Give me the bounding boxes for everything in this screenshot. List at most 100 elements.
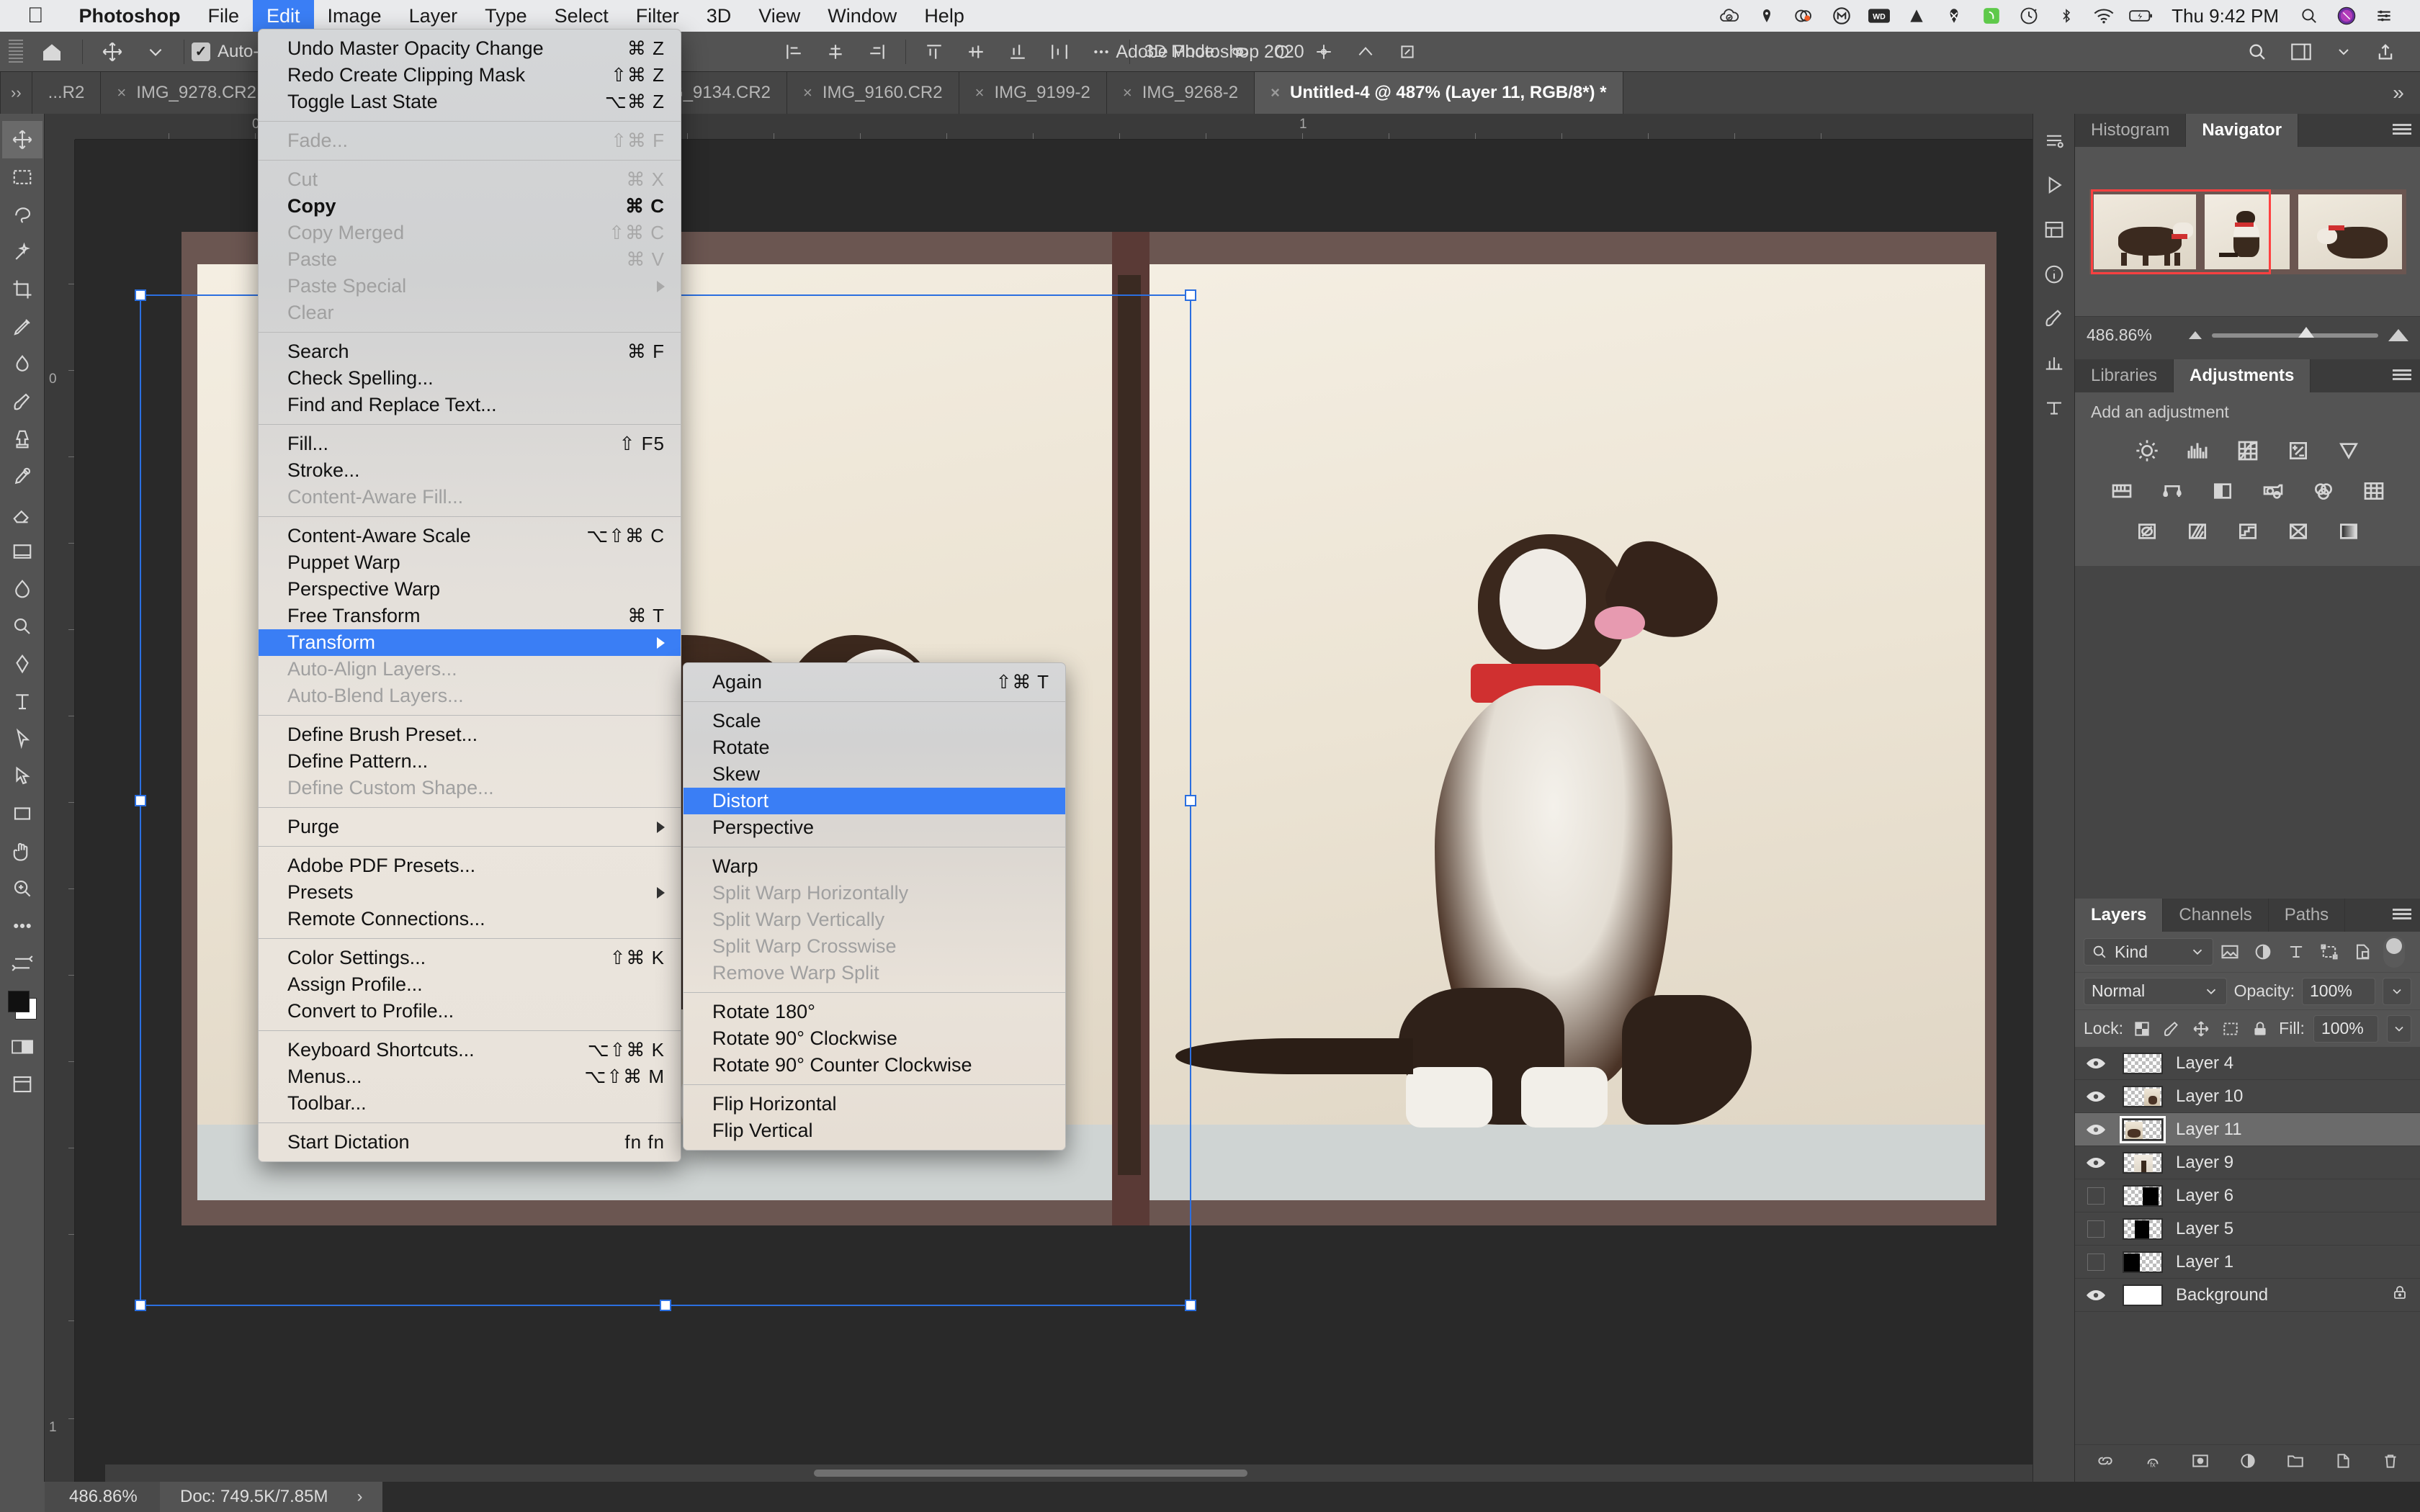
menu-item-convert-to-profile[interactable]: Convert to Profile... — [259, 998, 681, 1025]
tab-libraries[interactable]: Libraries — [2075, 359, 2174, 392]
menu-item-perspective-warp[interactable]: Perspective Warp — [259, 576, 681, 603]
layer-name[interactable]: Layer 10 — [2169, 1086, 2243, 1107]
table-row[interactable]: Layer 4 — [2075, 1047, 2420, 1080]
submenu-item-skew[interactable]: Skew — [684, 761, 1065, 788]
swatches-icon[interactable] — [2038, 347, 2071, 380]
menu-file[interactable]: File — [194, 0, 253, 32]
align-left-icon[interactable] — [773, 32, 815, 72]
hue-saturation-icon[interactable] — [2106, 477, 2138, 505]
onedrive-icon[interactable] — [1785, 0, 1823, 32]
gradient-map-icon[interactable] — [2333, 517, 2365, 546]
menu-item-assign-profile[interactable]: Assign Profile... — [259, 971, 681, 998]
menu-item-undo[interactable]: Undo Master Opacity Change ⌘ Z — [259, 35, 681, 62]
quick-mask[interactable] — [2, 1028, 42, 1066]
layer-style-icon[interactable]: fx — [2143, 1452, 2162, 1475]
roll-3d-icon[interactable] — [1261, 32, 1303, 72]
menu-view[interactable]: View — [745, 0, 814, 32]
tab-channels[interactable]: Channels — [2163, 899, 2269, 932]
drag-3d-icon[interactable] — [1303, 32, 1345, 72]
layer-name[interactable]: Layer 9 — [2169, 1153, 2233, 1173]
zoom-in-icon[interactable] — [2388, 329, 2408, 341]
align-top-icon[interactable] — [913, 32, 955, 72]
brightness-contrast-icon[interactable] — [2131, 436, 2163, 465]
siri-icon[interactable] — [2328, 0, 2365, 32]
menu-item-remote-connections[interactable]: Remote Connections... — [259, 906, 681, 932]
menu-window[interactable]: Window — [814, 0, 910, 32]
levels-icon[interactable] — [2182, 436, 2213, 465]
panel-menu-icon[interactable] — [2384, 114, 2420, 147]
layer-thumbnail[interactable] — [2117, 1151, 2169, 1174]
menu-photoshop[interactable]: Photoshop — [66, 0, 194, 32]
menu-item-define-pattern[interactable]: Define Pattern... — [259, 748, 681, 775]
black-white-icon[interactable] — [2207, 477, 2238, 505]
menu-item-stroke[interactable]: Stroke... — [259, 457, 681, 484]
type-tool[interactable] — [2, 683, 42, 720]
menu-3d[interactable]: 3D — [693, 0, 745, 32]
menu-item-define-brush-preset[interactable]: Define Brush Preset... — [259, 721, 681, 748]
align-middle-v-icon[interactable] — [955, 32, 997, 72]
fill-value-field[interactable]: 100% — [2313, 1014, 2378, 1043]
layer-thumbnail[interactable] — [2117, 1052, 2169, 1074]
direct-selection-tool[interactable] — [2, 757, 42, 795]
transform-handle-bc[interactable] — [660, 1300, 671, 1311]
malwarebytes-icon[interactable] — [1823, 0, 1860, 32]
shape-tool[interactable] — [2, 795, 42, 832]
wd-drive-icon[interactable]: WD — [1860, 0, 1898, 32]
menu-edit[interactable]: Edit — [253, 0, 314, 32]
layer-visibility-toggle[interactable] — [2075, 1187, 2117, 1205]
menu-item-adobe-pdf-presets[interactable]: Adobe PDF Presets... — [259, 852, 681, 879]
layer-visibility-toggle[interactable] — [2075, 1156, 2117, 1169]
layer-name[interactable]: Background — [2169, 1285, 2268, 1305]
menu-item-start-dictation[interactable]: Start Dictation fn fn — [259, 1129, 681, 1156]
navigator-preview[interactable] — [2075, 147, 2420, 316]
align-bottom-icon[interactable] — [997, 32, 1039, 72]
posterize-icon[interactable] — [2182, 517, 2213, 546]
foreground-background-color[interactable] — [2, 982, 42, 1028]
scale-3d-icon[interactable] — [1386, 32, 1428, 72]
layer-visibility-toggle[interactable] — [2075, 1123, 2117, 1136]
eraser-tool[interactable] — [2, 495, 42, 533]
lock-artboard-nesting-icon[interactable] — [2220, 1017, 2241, 1040]
submenu-item-distort[interactable]: Distort — [684, 788, 1065, 814]
bartender-icon[interactable] — [1935, 0, 1973, 32]
tab-overflow-left[interactable]: ›› — [0, 72, 32, 114]
wifi-icon[interactable] — [2085, 0, 2123, 32]
tab-paths[interactable]: Paths — [2268, 899, 2346, 932]
tab-histogram[interactable]: Histogram — [2075, 114, 2187, 147]
lock-all-icon[interactable] — [2249, 1017, 2270, 1040]
status-doc-info[interactable]: Doc: 749.5K/7.85M › — [160, 1482, 383, 1512]
transform-handle-ml[interactable] — [135, 794, 146, 806]
dodge-tool[interactable] — [2, 608, 42, 645]
document-tab[interactable]: × IMG_9268-2 — [1106, 72, 1255, 114]
character-icon[interactable] — [2038, 392, 2071, 425]
close-icon[interactable]: × — [803, 84, 812, 102]
document-tab[interactable]: × IMG_9199-2 — [959, 72, 1107, 114]
table-row[interactable]: Layer 9 — [2075, 1146, 2420, 1179]
threshold-icon[interactable] — [2232, 517, 2264, 546]
type-layer-filter-icon[interactable] — [2280, 937, 2313, 966]
opacity-dropdown[interactable] — [2383, 977, 2411, 1005]
ellipsis-icon[interactable] — [1080, 32, 1122, 72]
table-row[interactable]: Layer 10 — [2075, 1080, 2420, 1113]
orbit-3d-icon[interactable] — [1219, 32, 1261, 72]
transform-submenu[interactable]: Again ⇧⌘ T Scale Rotate Skew Distort Per… — [683, 662, 1066, 1151]
menu-item-purge[interactable]: Purge — [259, 814, 681, 840]
submenu-item-flip-vertical[interactable]: Flip Vertical — [684, 1117, 1065, 1144]
new-fill-adjustment-icon[interactable] — [2238, 1452, 2257, 1475]
layer-name[interactable]: Layer 5 — [2169, 1219, 2233, 1239]
slider-knob[interactable] — [2298, 326, 2315, 338]
zoom-tool[interactable] — [2, 870, 42, 907]
status-zoom-level[interactable]: 486.86% — [45, 1482, 160, 1512]
search-icon[interactable] — [2236, 32, 2279, 72]
share-icon[interactable] — [2364, 32, 2407, 72]
pixel-layer-filter-icon[interactable] — [2213, 937, 2246, 966]
close-icon[interactable]: × — [1123, 84, 1132, 102]
submenu-item-rotate-90-cw[interactable]: Rotate 90° Clockwise — [684, 1025, 1065, 1052]
color-lookup-icon[interactable] — [2358, 477, 2390, 505]
menu-item-fill[interactable]: Fill... ⇧ F5 — [259, 431, 681, 457]
table-row[interactable]: Layer 1 — [2075, 1246, 2420, 1279]
smart-object-filter-icon[interactable] — [2346, 937, 2379, 966]
time-machine-icon[interactable] — [2010, 0, 2048, 32]
move-tool[interactable] — [1, 121, 42, 158]
menu-type[interactable]: Type — [471, 0, 541, 32]
